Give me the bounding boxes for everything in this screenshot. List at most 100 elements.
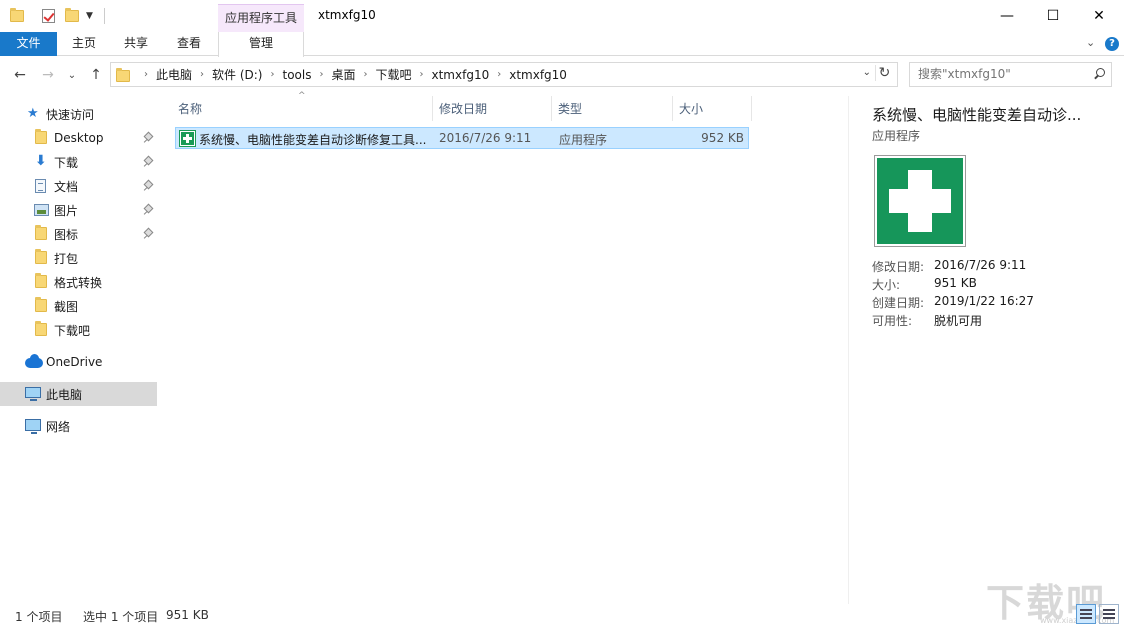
column-header-type[interactable]: 类型 — [552, 96, 673, 121]
sidebar-item-desktop[interactable]: Desktop — [0, 126, 157, 150]
sidebar-quick-access[interactable]: ★ 快速访问 — [0, 102, 157, 126]
details-type: 应用程序 — [872, 129, 921, 143]
file-size: 952 KB — [701, 131, 744, 145]
minimize-button[interactable]: — — [984, 0, 1030, 32]
prop-key: 修改日期: — [872, 260, 925, 274]
tab-view[interactable]: 查看 — [167, 32, 211, 56]
breadcrumb-separator[interactable]: › — [270, 69, 274, 80]
folder-icon — [35, 249, 49, 265]
address-dropdown-icon[interactable]: ⌄ — [863, 67, 871, 78]
search-input[interactable] — [918, 67, 1088, 81]
details-view-button[interactable] — [1076, 604, 1096, 624]
sidebar-item-label: 网络 — [46, 419, 71, 434]
breadcrumb-separator: › — [144, 69, 148, 80]
details-title: 系统慢、电脑性能变差自动诊... — [872, 106, 1082, 124]
sidebar-item-downloads[interactable]: ⬇ 下载 — [0, 150, 157, 174]
pin-icon[interactable] — [144, 229, 152, 239]
title-bar: ▼ 应用程序工具 xtmxfg10 — ☐ ✕ — [0, 0, 1124, 32]
breadcrumb-separator[interactable]: › — [420, 69, 424, 80]
contextual-tab-title: 应用程序工具 — [218, 4, 304, 32]
collapse-ribbon-icon[interactable]: ⌄ — [1086, 36, 1095, 49]
breadcrumb-desktop[interactable]: 桌面 — [331, 66, 355, 83]
sidebar-item-format-convert[interactable]: 格式转换 — [0, 270, 157, 294]
status-bar: 1 个项目 选中 1 个项目 951 KB — [0, 604, 1124, 628]
customize-toolbar-icon[interactable]: ▼ — [86, 6, 93, 26]
download-icon: ⬇ — [35, 153, 47, 169]
back-button[interactable]: ← — [10, 65, 30, 85]
picture-icon — [34, 204, 49, 218]
help-icon[interactable]: ? — [1105, 37, 1119, 51]
breadcrumb-xtmxfg10[interactable]: xtmxfg10 — [432, 68, 490, 82]
folder-icon — [10, 6, 24, 26]
sidebar-item-label: Desktop — [54, 131, 104, 145]
close-button[interactable]: ✕ — [1076, 0, 1122, 32]
prop-key: 创建日期: — [872, 296, 925, 310]
title-separator — [104, 8, 105, 24]
sidebar-item-label: 文档 — [54, 179, 79, 194]
forward-button[interactable]: → — [38, 65, 58, 85]
sidebar-item-label: 此电脑 — [46, 387, 83, 402]
status-item-count: 1 个项目 — [15, 610, 63, 624]
navigation-row: ← → ⌄ ↑ › 此电脑 › 软件 (D:) › tools › 桌面 › 下… — [0, 62, 1124, 88]
file-type: 应用程序 — [559, 133, 608, 147]
sidebar-item-icons[interactable]: 图标 — [0, 222, 157, 246]
breadcrumb-this-pc[interactable]: 此电脑 — [156, 66, 192, 83]
breadcrumb-separator[interactable]: › — [319, 69, 323, 80]
search-box[interactable] — [909, 62, 1112, 87]
recent-locations-button[interactable]: ⌄ — [62, 65, 82, 85]
ribbon: 文件 主页 共享 查看 管理 ⌄ ? — [0, 32, 1124, 57]
pin-icon[interactable] — [144, 133, 152, 143]
details-pane-divider[interactable] — [848, 96, 849, 604]
sidebar-item-screenshots[interactable]: 截图 — [0, 294, 157, 318]
sidebar-item-package[interactable]: 打包 — [0, 246, 157, 270]
status-size: 951 KB — [166, 608, 209, 622]
document-icon — [35, 179, 49, 193]
properties-icon[interactable] — [42, 6, 55, 26]
folder-icon — [35, 297, 49, 313]
new-folder-icon[interactable] — [65, 6, 79, 26]
tab-share[interactable]: 共享 — [114, 32, 158, 56]
prop-value: 脱机可用 — [934, 314, 983, 328]
file-date: 2016/7/26 9:11 — [439, 131, 532, 145]
column-header-size[interactable]: 大小 — [673, 96, 752, 121]
breadcrumb-separator[interactable]: › — [200, 69, 204, 80]
breadcrumb: › 此电脑 › 软件 (D:) › tools › 桌面 › 下载吧 › xtm… — [136, 66, 567, 83]
column-header-date[interactable]: 修改日期 — [433, 96, 552, 121]
file-row[interactable]: 系统慢、电脑性能变差自动诊断修复工具... 2016/7/26 9:11 应用程… — [175, 127, 749, 149]
maximize-button[interactable]: ☐ — [1030, 0, 1076, 32]
pin-icon[interactable] — [144, 157, 152, 167]
breadcrumb-xiazaiba[interactable]: 下载吧 — [375, 66, 411, 83]
navigation-pane: ★ 快速访问 Desktop ⬇ 下载 文档 图片 图标 打包 格式转换 截图 — [0, 96, 158, 600]
sidebar-item-documents[interactable]: 文档 — [0, 174, 157, 198]
breadcrumb-separator[interactable]: › — [363, 69, 367, 80]
prop-key: 可用性: — [872, 314, 913, 328]
folder-icon — [35, 273, 49, 289]
tab-home[interactable]: 主页 — [62, 32, 106, 56]
up-button[interactable]: ↑ — [86, 65, 106, 85]
tab-file[interactable]: 文件 — [0, 32, 57, 56]
refresh-button[interactable]: ↻ — [875, 65, 893, 81]
pin-icon[interactable] — [144, 181, 152, 191]
sidebar-this-pc[interactable]: 此电脑 — [0, 382, 157, 406]
search-icon[interactable] — [1093, 68, 1105, 80]
sidebar-item-xiazaiba[interactable]: 下载吧 — [0, 318, 157, 342]
breadcrumb-drive-d[interactable]: 软件 (D:) — [212, 66, 262, 83]
prop-value: 2019/1/22 16:27 — [934, 294, 1034, 308]
cloud-icon — [25, 354, 43, 372]
sidebar-item-label: 图片 — [54, 203, 79, 218]
network-icon — [25, 419, 41, 434]
folder-icon — [116, 67, 130, 82]
column-header-name[interactable]: 名称 — [172, 96, 433, 121]
sidebar-item-pictures[interactable]: 图片 — [0, 198, 157, 222]
tab-manage[interactable]: 管理 — [218, 32, 304, 57]
sidebar-network[interactable]: 网络 — [0, 414, 157, 438]
sidebar-onedrive[interactable]: OneDrive — [0, 350, 157, 374]
large-icons-view-button[interactable] — [1099, 604, 1119, 624]
address-bar[interactable]: › 此电脑 › 软件 (D:) › tools › 桌面 › 下载吧 › xtm… — [110, 62, 898, 87]
pin-icon[interactable] — [144, 205, 152, 215]
sidebar-item-label: 格式转换 — [54, 275, 103, 290]
breadcrumb-xtmxfg10-current[interactable]: xtmxfg10 — [509, 68, 567, 82]
breadcrumb-tools[interactable]: tools — [282, 68, 311, 82]
sidebar-item-label: 图标 — [54, 227, 79, 242]
breadcrumb-separator[interactable]: › — [497, 69, 501, 80]
